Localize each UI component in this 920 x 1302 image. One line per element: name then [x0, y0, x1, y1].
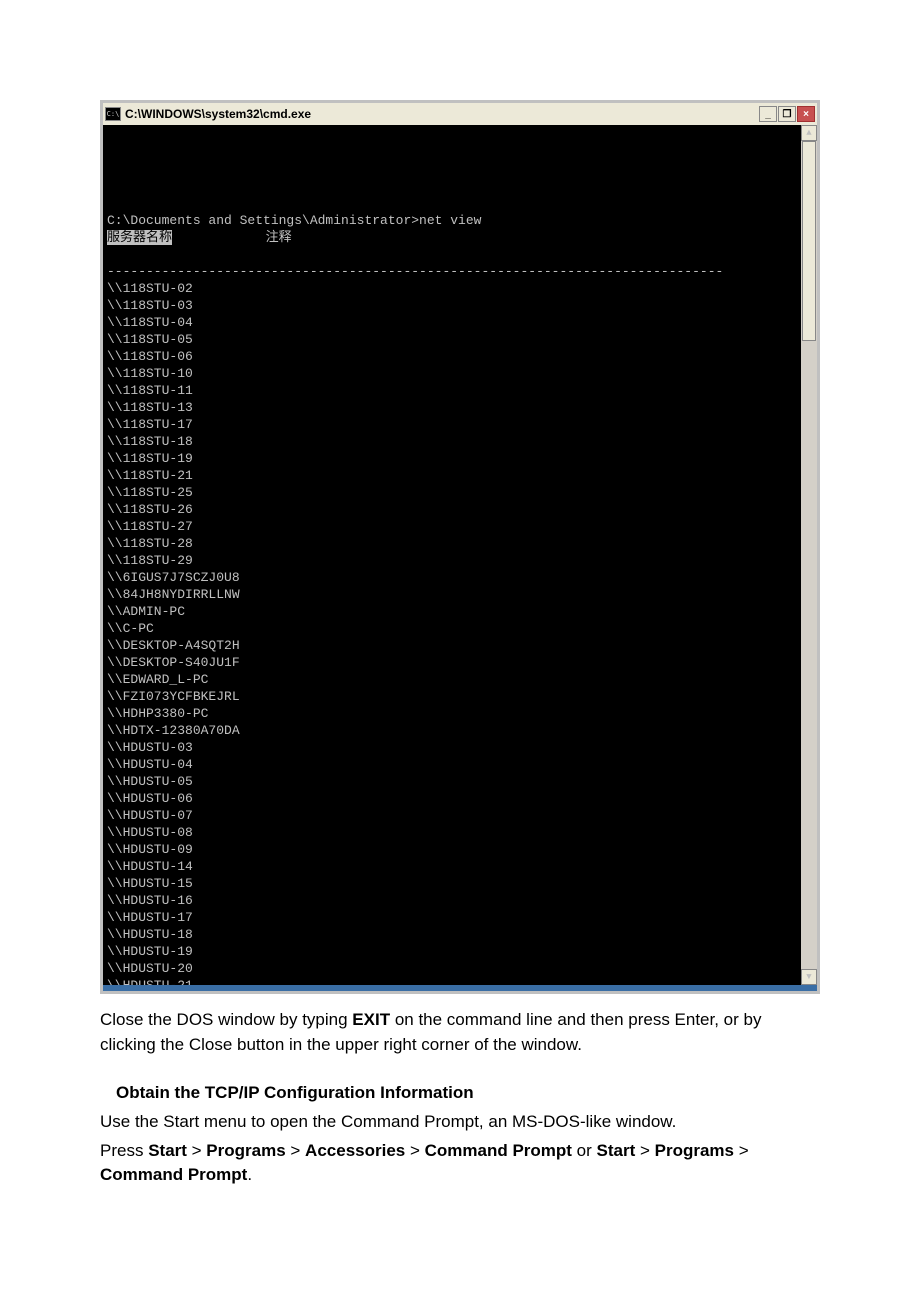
- text: Press: [100, 1141, 148, 1160]
- server-entry: \\HDUSTU-20: [107, 960, 795, 977]
- blank-line: [107, 246, 795, 263]
- prompt-line: C:\Documents and Settings\Administrator>…: [107, 212, 795, 229]
- header-comment: 注释: [266, 230, 292, 245]
- sep: >: [405, 1141, 424, 1160]
- window-title: C:\WINDOWS\system32\cmd.exe: [125, 107, 759, 121]
- section-heading: Obtain the TCP/IP Configuration Informat…: [100, 1081, 820, 1106]
- server-entry: \\118STU-05: [107, 331, 795, 348]
- server-entry: \\HDUSTU-07: [107, 807, 795, 824]
- document-body: Close the DOS window by typing EXIT on t…: [100, 1008, 820, 1188]
- server-entry: \\84JH8NYDIRRLLNW: [107, 586, 795, 603]
- server-entry: \\FZI073YCFBKEJRL: [107, 688, 795, 705]
- header-spacer: [172, 230, 266, 245]
- server-entry: \\118STU-02: [107, 280, 795, 297]
- server-entry: \\C-PC: [107, 620, 795, 637]
- window-controls: _ ❐ ×: [759, 106, 815, 122]
- server-entry: \\118STU-21: [107, 467, 795, 484]
- server-entry: \\HDUSTU-09: [107, 841, 795, 858]
- kw-cmdprompt2: Command Prompt: [100, 1165, 247, 1184]
- text: Close the DOS window by typing: [100, 1010, 352, 1029]
- sep: >: [734, 1141, 749, 1160]
- close-button[interactable]: ×: [797, 106, 815, 122]
- server-entry: \\118STU-25: [107, 484, 795, 501]
- server-entry: \\HDUSTU-19: [107, 943, 795, 960]
- server-entry: \\6IGUS7J7SCZJ0U8: [107, 569, 795, 586]
- server-entry: \\118STU-27: [107, 518, 795, 535]
- para-use-start: Use the Start menu to open the Command P…: [100, 1110, 820, 1135]
- sep: >: [635, 1141, 654, 1160]
- server-entry: \\HDUSTU-18: [107, 926, 795, 943]
- server-entry: \\118STU-10: [107, 365, 795, 382]
- exit-keyword: EXIT: [352, 1010, 390, 1029]
- sep: >: [286, 1141, 305, 1160]
- text-or: or: [572, 1141, 597, 1160]
- server-entry: \\HDUSTU-08: [107, 824, 795, 841]
- server-entry: \\DESKTOP-S40JU1F: [107, 654, 795, 671]
- server-entry: \\HDUSTU-17: [107, 909, 795, 926]
- server-entry: \\HDUSTU-05: [107, 773, 795, 790]
- blank-line: [107, 195, 795, 212]
- kw-accessories: Accessories: [305, 1141, 405, 1160]
- server-entry: \\HDUSTU-16: [107, 892, 795, 909]
- sep: >: [187, 1141, 206, 1160]
- minimize-button[interactable]: _: [759, 106, 777, 122]
- window-titlebar: C:\ C:\WINDOWS\system32\cmd.exe _ ❐ ×: [103, 103, 817, 125]
- server-entry: \\118STU-13: [107, 399, 795, 416]
- server-entry: \\HDUSTU-14: [107, 858, 795, 875]
- divider: ----------------------------------------…: [107, 263, 795, 280]
- server-entry: \\EDWARD_L-PC: [107, 671, 795, 688]
- console-content: C:\Documents and Settings\Administrator>…: [107, 178, 813, 985]
- header-server-name: 服务器名称: [107, 230, 172, 245]
- server-entry: \\118STU-04: [107, 314, 795, 331]
- console-output: ▲ ▼ C:\Documents and Settings\Administra…: [103, 125, 817, 985]
- server-entry: \\HDUSTU-03: [107, 739, 795, 756]
- server-entry: \\HDTX-12380A70DA: [107, 722, 795, 739]
- server-entry: \\118STU-06: [107, 348, 795, 365]
- server-entry: \\118STU-19: [107, 450, 795, 467]
- header-row: 服务器名称 注释: [107, 229, 795, 246]
- server-entry: \\118STU-03: [107, 297, 795, 314]
- server-entry: \\HDUSTU-21: [107, 977, 795, 985]
- server-entry: \\118STU-18: [107, 433, 795, 450]
- server-entry: \\118STU-28: [107, 535, 795, 552]
- scroll-down-button[interactable]: ▼: [801, 969, 817, 985]
- server-entry: \\118STU-26: [107, 501, 795, 518]
- server-entry: \\118STU-29: [107, 552, 795, 569]
- para-close-dos: Close the DOS window by typing EXIT on t…: [100, 1008, 820, 1057]
- kw-programs: Programs: [206, 1141, 285, 1160]
- scroll-up-button[interactable]: ▲: [801, 125, 817, 141]
- server-entry: \\HDUSTU-15: [107, 875, 795, 892]
- server-entry: \\118STU-17: [107, 416, 795, 433]
- server-list: \\118STU-02\\118STU-03\\118STU-04\\118ST…: [107, 280, 795, 985]
- kw-start2: Start: [597, 1141, 636, 1160]
- cmd-icon: C:\: [105, 107, 121, 121]
- kw-start: Start: [148, 1141, 187, 1160]
- taskbar-strip: [103, 985, 817, 991]
- para-press-start: Press Start > Programs > Accessories > C…: [100, 1139, 820, 1188]
- server-entry: \\ADMIN-PC: [107, 603, 795, 620]
- server-entry: \\DESKTOP-A4SQT2H: [107, 637, 795, 654]
- server-entry: \\HDHP3380-PC: [107, 705, 795, 722]
- server-entry: \\118STU-11: [107, 382, 795, 399]
- server-entry: \\HDUSTU-04: [107, 756, 795, 773]
- scrollbar[interactable]: ▲ ▼: [801, 125, 817, 985]
- scroll-thumb[interactable]: [802, 141, 816, 341]
- maximize-button[interactable]: ❐: [778, 106, 796, 122]
- cmd-window: C:\ C:\WINDOWS\system32\cmd.exe _ ❐ × ▲ …: [100, 100, 820, 994]
- kw-cmdprompt: Command Prompt: [425, 1141, 572, 1160]
- server-entry: \\HDUSTU-06: [107, 790, 795, 807]
- kw-programs2: Programs: [655, 1141, 734, 1160]
- text: .: [247, 1165, 252, 1184]
